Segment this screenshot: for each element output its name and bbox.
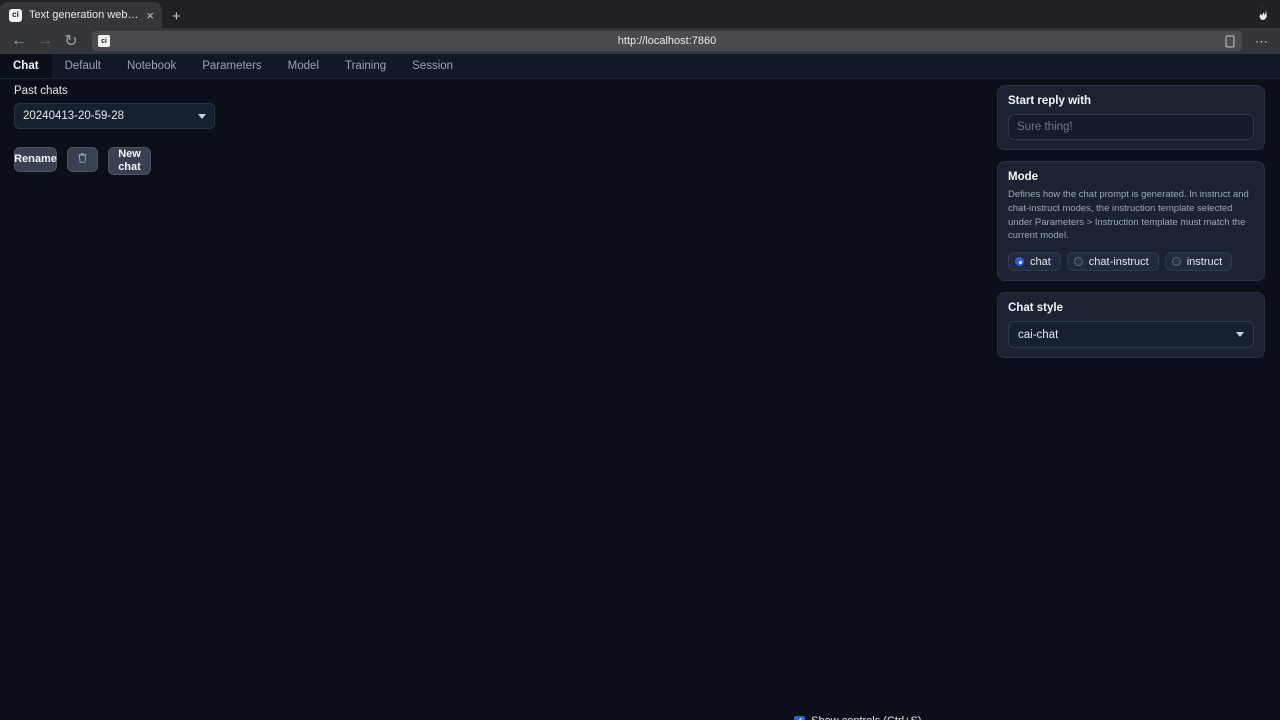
- past-chats-label: Past chats: [14, 85, 68, 97]
- start-reply-panel: Start reply with Sure thing!: [997, 85, 1265, 150]
- chat-style-dropdown[interactable]: cai-chat: [1008, 321, 1254, 349]
- tab-training-label: Training: [345, 60, 387, 72]
- tab-default-label: Default: [64, 60, 101, 72]
- close-icon[interactable]: ×: [146, 9, 154, 22]
- tab-chat[interactable]: Chat: [0, 54, 52, 78]
- mode-option-instruct-label: instruct: [1186, 255, 1223, 268]
- tab-session[interactable]: Session: [399, 54, 466, 78]
- tab-session-label: Session: [412, 60, 454, 72]
- mode-radio-group: chat chat-instruct instruct: [1008, 252, 1254, 272]
- app-root: Chat Default Notebook Parameters Model T…: [0, 54, 1280, 720]
- start-reply-input[interactable]: Sure thing!: [1008, 114, 1254, 140]
- flame-icon[interactable]: [1254, 5, 1270, 21]
- reload-icon[interactable]: ↻: [60, 31, 82, 51]
- trash-icon: [77, 152, 88, 167]
- tab-favicon: ci: [9, 8, 22, 22]
- chat-style-selected: cai-chat: [1018, 328, 1059, 341]
- mode-option-chat-instruct[interactable]: chat-instruct: [1066, 252, 1159, 272]
- bookmark-icon[interactable]: [1224, 35, 1236, 48]
- controls-sidebar: Start reply with Sure thing! Mode Define…: [997, 85, 1265, 369]
- chat-style-title: Chat style: [1008, 302, 1063, 315]
- mode-option-chat-label: chat: [1030, 255, 1051, 268]
- mode-panel: Mode Defines how the chat prompt is gene…: [997, 161, 1265, 282]
- tab-chat-label: Chat: [13, 60, 39, 72]
- back-icon[interactable]: ←: [8, 31, 30, 51]
- past-chats-actions: Rename New chat: [14, 147, 264, 175]
- chevron-down-icon: [1236, 332, 1244, 338]
- start-reply-placeholder: Sure thing!: [1017, 121, 1073, 133]
- past-chats-dropdown[interactable]: 20240413-20-59-28: [14, 103, 215, 129]
- site-favicon: ci: [98, 35, 110, 47]
- tab-title: Text generation web UI: [29, 9, 140, 21]
- tab-model[interactable]: Model: [275, 54, 332, 78]
- new-chat-button-label: New chat: [118, 148, 141, 173]
- radio-icon: [1073, 257, 1083, 267]
- show-controls-row: ✔ Show controls (Ctrl+S): [0, 715, 1280, 720]
- delete-chat-button[interactable]: [67, 147, 98, 172]
- mode-option-chat-instruct-label: chat-instruct: [1088, 255, 1149, 268]
- new-chat-button[interactable]: New chat: [108, 147, 151, 175]
- rename-button-label: Rename: [14, 153, 57, 166]
- tab-training[interactable]: Training: [332, 54, 399, 78]
- mode-option-instruct[interactable]: instruct: [1164, 252, 1233, 272]
- mode-description: Defines how the chat prompt is generated…: [1008, 189, 1249, 242]
- show-controls-label: Show controls (Ctrl+S): [811, 715, 921, 720]
- browser-tab[interactable]: ci Text generation web UI ×: [0, 2, 162, 28]
- address-bar[interactable]: ci http://localhost:7860: [92, 31, 1242, 51]
- chevron-down-icon: [198, 113, 206, 119]
- past-chats-section: Past chats 20240413-20-59-28 Rename New …: [14, 85, 264, 175]
- browser-menu-icon[interactable]: ⋯: [1252, 35, 1272, 48]
- tab-default[interactable]: Default: [52, 54, 114, 78]
- mode-option-chat[interactable]: chat: [1008, 252, 1061, 272]
- mode-title: Mode: [1008, 171, 1039, 183]
- show-controls-checkbox[interactable]: ✔: [794, 715, 806, 720]
- tab-parameters[interactable]: Parameters: [189, 54, 274, 78]
- rename-button[interactable]: Rename: [14, 147, 57, 172]
- tab-parameters-label: Parameters: [202, 60, 262, 72]
- tab-notebook-label: Notebook: [127, 60, 177, 72]
- new-tab-icon[interactable]: +: [172, 9, 181, 24]
- tab-model-label: Model: [287, 60, 319, 72]
- app-nav-tabs: Chat Default Notebook Parameters Model T…: [0, 54, 1280, 79]
- radio-icon-selected: [1015, 257, 1024, 267]
- tab-notebook[interactable]: Notebook: [114, 54, 189, 78]
- past-chats-selected: 20240413-20-59-28: [23, 110, 125, 122]
- url-text: http://localhost:7860: [617, 35, 717, 47]
- start-reply-title: Start reply with: [1008, 95, 1092, 107]
- browser-tab-strip: ci Text generation web UI × +: [0, 0, 1280, 28]
- radio-icon: [1171, 257, 1181, 267]
- browser-toolbar: ← → ↻ ci http://localhost:7860 ⋯: [0, 28, 1280, 54]
- forward-icon[interactable]: →: [34, 31, 56, 51]
- chat-style-panel: Chat style cai-chat: [997, 292, 1265, 359]
